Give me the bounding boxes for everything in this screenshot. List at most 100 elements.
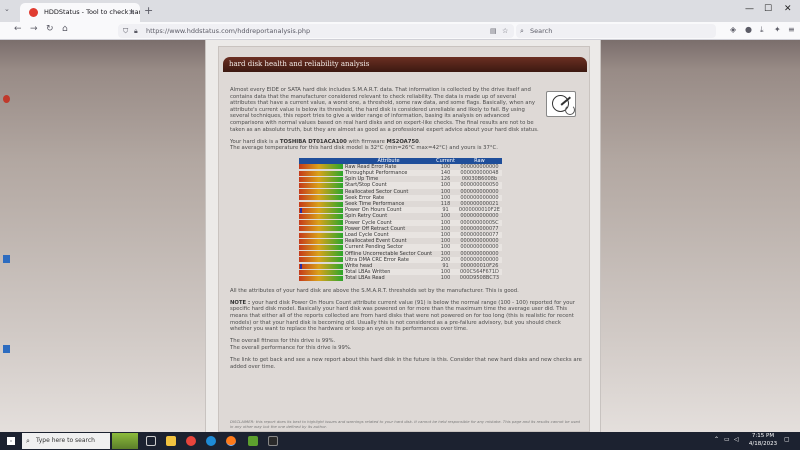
- attribute-raw: 000000000050: [456, 182, 502, 189]
- health-gauge: [299, 201, 343, 207]
- file-explorer-icon[interactable]: [166, 436, 176, 446]
- lock-icon[interactable]: 🔒︎: [134, 24, 138, 38]
- health-gauge: [299, 189, 343, 195]
- download-icon[interactable]: ⤓: [760, 25, 764, 35]
- health-gauge: [299, 251, 343, 257]
- reload-icon[interactable]: ↻: [46, 24, 54, 34]
- search-placeholder: Search: [530, 27, 553, 35]
- health-gauge: [299, 269, 343, 275]
- tab-list-icon[interactable]: ⌄: [4, 5, 10, 13]
- volume-icon[interactable]: ◁: [734, 436, 739, 443]
- menu-icon[interactable]: ≡: [788, 25, 795, 34]
- health-gauge: [299, 195, 343, 201]
- attribute-raw: 000000000000: [456, 244, 502, 251]
- home-icon[interactable]: ⌂: [62, 24, 68, 34]
- search-icon: ⌕: [26, 437, 30, 445]
- browser-tab[interactable]: HDDStatus - Tool to check hard d... ✕: [20, 3, 140, 22]
- intro-paragraph: Almost every EIDE or SATA hard disk incl…: [230, 87, 539, 133]
- report-container: hard disk health and reliability analysi…: [205, 40, 601, 432]
- summary: The overall fitness for this drive is 99…: [230, 338, 582, 351]
- clock[interactable]: 7:15 PM 4/18/2023: [746, 433, 780, 448]
- nav-bar: ← → ↻ ⌂ ⛉ 🔒︎ https://www.hddstatus.com/h…: [0, 22, 800, 40]
- back-icon[interactable]: ←: [14, 24, 22, 34]
- search-icon: ⌕: [520, 27, 524, 35]
- tab-bar: ⌄ HDDStatus - Tool to check hard d... ✕ …: [0, 0, 800, 22]
- network-icon[interactable]: ▭: [724, 436, 730, 443]
- drive-firmware: MS2OA750: [386, 138, 419, 145]
- drive-info: Your hard disk is a TOSHIBA DT01ACA100 w…: [230, 138, 498, 152]
- health-gauge: [299, 238, 343, 244]
- report-card: hard disk health and reliability analysi…: [218, 46, 590, 432]
- app-icon[interactable]: [248, 436, 258, 446]
- report-header: hard disk health and reliability analysi…: [223, 57, 587, 72]
- minimize-icon[interactable]: —: [745, 4, 754, 14]
- firefox-icon[interactable]: [226, 436, 236, 446]
- attribute-name: Offline Uncorrectable Sector Count: [345, 250, 433, 257]
- new-tab-icon[interactable]: +: [144, 4, 153, 17]
- health-gauge: [299, 164, 343, 170]
- health-gauge: [299, 176, 343, 182]
- terminal-icon[interactable]: [268, 436, 278, 446]
- windows-start-icon[interactable]: [7, 437, 15, 445]
- maximize-icon[interactable]: ☐: [764, 4, 772, 14]
- drive-model: TOSHIBA DT01ACA100: [279, 138, 347, 145]
- account-icon[interactable]: ●: [745, 25, 752, 34]
- attribute-name: Total LBAs Read: [345, 275, 385, 282]
- chrome-icon[interactable]: [186, 436, 196, 446]
- health-gauge: [299, 263, 343, 269]
- health-gauge: [299, 232, 343, 238]
- desktop-app-icon[interactable]: [3, 255, 10, 263]
- pocket-icon[interactable]: ◈: [730, 25, 736, 34]
- attribute-raw: 000000000000: [460, 250, 499, 257]
- health-gauge: [299, 220, 343, 226]
- report-content: Almost every EIDE or SATA hard disk incl…: [230, 87, 582, 376]
- health-gauge: [299, 275, 343, 281]
- weather-widget-icon[interactable]: [112, 433, 138, 449]
- shield-icon[interactable]: ⛉: [123, 24, 128, 38]
- attribute-raw: 000D9508BC73: [459, 275, 500, 282]
- address-bar[interactable]: ⛉ 🔒︎ https://www.hddstatus.com/hddreport…: [118, 24, 514, 38]
- table-row: Reallocated Sector Count 100 000000000000: [299, 189, 502, 195]
- fitness-text: The overall fitness for this drive is 99…: [230, 338, 336, 345]
- forward-icon[interactable]: →: [30, 24, 38, 34]
- attribute-raw: 000000000000: [460, 188, 499, 195]
- taskbar-search[interactable]: ⌕ Type here to search: [22, 433, 110, 449]
- table-row: Current Pending Sector 100 000000000000: [299, 244, 502, 251]
- gauge-marker: [299, 207, 302, 213]
- clock-date: 4/18/2023: [748, 440, 778, 447]
- performance-text: The overall performance for this drive i…: [230, 344, 352, 351]
- disclaimer: DISCLAIMER: this report does its best to…: [230, 419, 580, 429]
- reader-view-icon[interactable]: ▤: [490, 24, 497, 38]
- smart-attributes-table: Attribute Current Raw Raw Read Error Rat…: [299, 157, 502, 282]
- search-bar[interactable]: ⌕ Search: [516, 24, 716, 38]
- health-gauge: [299, 213, 343, 219]
- tray-chevron-icon[interactable]: ⌃: [714, 436, 719, 443]
- taskbar-search-placeholder: Type here to search: [36, 437, 95, 444]
- table-row: Total LBAs Read 100 000D9508BC73: [299, 275, 502, 281]
- notifications-icon[interactable]: ▢: [784, 436, 790, 443]
- threshold-status: All the attributes of your hard disk are…: [230, 287, 519, 294]
- health-gauge: [299, 170, 343, 176]
- health-gauge: [299, 244, 343, 250]
- taskbar: ⌕ Type here to search ⌃ ▭ ◁ 7:15 PM 4/18…: [0, 432, 800, 450]
- close-window-icon[interactable]: ✕: [784, 4, 792, 14]
- gauge-marker: [299, 263, 302, 269]
- edge-icon[interactable]: [206, 436, 216, 446]
- table-row: Offline Uncorrectable Sector Count 100 000…: [299, 251, 502, 257]
- url-text: https://www.hddstatus.com/hddreportanaly…: [146, 27, 311, 35]
- desktop-icon-strip: [0, 40, 10, 432]
- health-gauge: [299, 207, 343, 213]
- attribute-raw: 000000000000: [460, 213, 499, 220]
- clock-time: 7:15 PM: [751, 433, 775, 439]
- task-view-icon[interactable]: [146, 436, 156, 446]
- note-paragraph: NOTE : your hard disk Power On Hours Cou…: [230, 299, 575, 333]
- report-link-text[interactable]: The link to get back and see a new repor…: [230, 357, 582, 370]
- bookmark-star-icon[interactable]: ☆: [502, 24, 508, 38]
- temperature-text: The average temperature for this hard di…: [230, 145, 498, 152]
- desktop-app-icon[interactable]: [3, 345, 10, 353]
- hddstatus-favicon-icon: [29, 8, 38, 17]
- close-tab-icon[interactable]: ✕: [128, 3, 135, 22]
- extensions-icon[interactable]: ✦: [774, 25, 781, 34]
- desktop-app-icon[interactable]: [3, 95, 10, 103]
- health-gauge: [299, 257, 343, 263]
